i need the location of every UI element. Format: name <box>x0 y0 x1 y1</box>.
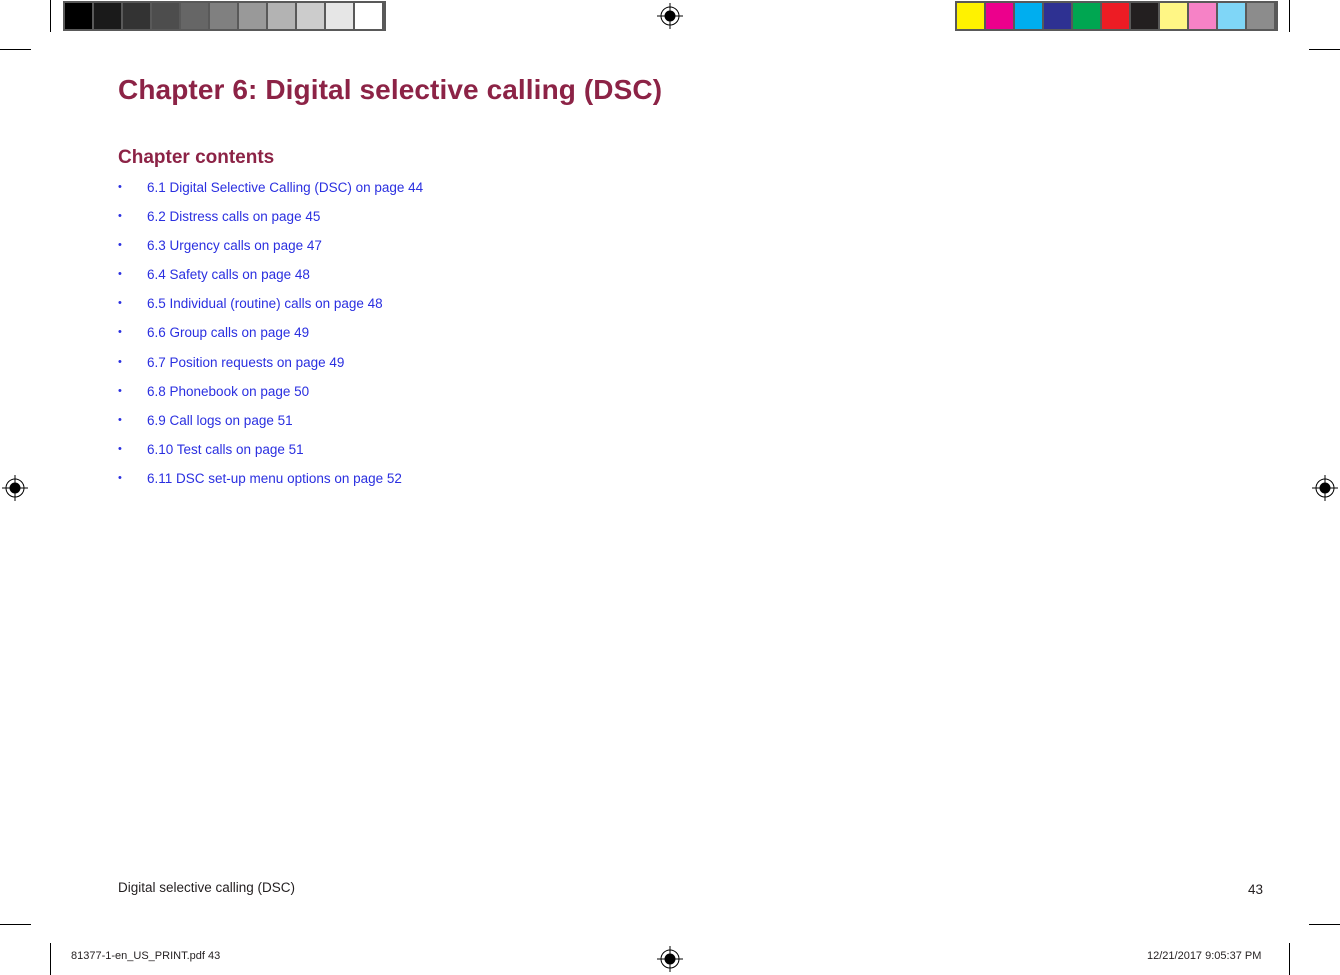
color-calibration-bar <box>955 1 1278 31</box>
toc-item: • 6.10 Test calls on page 51 <box>118 440 423 469</box>
toc-link[interactable]: 6.7 Position requests on page 49 <box>147 353 344 372</box>
registration-mark-top-icon <box>657 3 683 29</box>
crop-mark-top-right-vertical <box>1289 0 1290 32</box>
bullet-icon: • <box>118 297 122 310</box>
crop-mark-top-left-horizontal <box>0 49 31 50</box>
color-swatch <box>1131 3 1158 29</box>
crop-mark-bottom-left-horizontal <box>0 924 31 925</box>
chapter-title: Chapter 6: Digital selective calling (DS… <box>118 74 663 105</box>
grayscale-swatch <box>181 3 208 29</box>
color-swatch <box>1247 3 1274 29</box>
grayscale-swatch <box>94 3 121 29</box>
bullet-icon: • <box>118 326 122 339</box>
toc-link[interactable]: 6.1 Digital Selective Calling (DSC) on p… <box>147 178 423 197</box>
color-swatch <box>1102 3 1129 29</box>
grayscale-swatch <box>65 3 92 29</box>
color-swatch <box>1218 3 1245 29</box>
color-swatch <box>1189 3 1216 29</box>
grayscale-swatch <box>326 3 353 29</box>
color-swatch <box>1015 3 1042 29</box>
bullet-icon: • <box>118 442 122 455</box>
toc-item: • 6.11 DSC set-up menu options on page 52 <box>118 469 423 498</box>
page-number: 43 <box>1248 882 1264 897</box>
toc-link[interactable]: 6.8 Phonebook on page 50 <box>147 382 309 401</box>
toc-link[interactable]: 6.11 DSC set-up menu options on page 52 <box>147 469 402 488</box>
toc-item: • 6.5 Individual (routine) calls on page … <box>118 294 423 323</box>
toc-item: • 6.4 Safety calls on page 48 <box>118 265 423 294</box>
toc-item: • 6.7 Position requests on page 49 <box>118 353 423 382</box>
crop-mark-top-left-vertical <box>50 0 51 32</box>
registration-mark-left-icon <box>2 475 28 501</box>
color-swatch <box>1044 3 1071 29</box>
color-swatch <box>1073 3 1100 29</box>
grayscale-swatch <box>268 3 295 29</box>
color-swatch <box>957 3 984 29</box>
toc-link[interactable]: 6.10 Test calls on page 51 <box>147 440 304 459</box>
bullet-icon: • <box>118 181 122 193</box>
toc-item: • 6.1 Digital Selective Calling (DSC) on … <box>118 178 423 207</box>
toc-link[interactable]: 6.5 Individual (routine) calls on page 4… <box>147 294 383 313</box>
grayscale-swatch <box>152 3 179 29</box>
crop-mark-bottom-right-horizontal <box>1309 924 1340 925</box>
toc-item: • 6.9 Call logs on page 51 <box>118 411 423 440</box>
toc-link[interactable]: 6.4 Safety calls on page 48 <box>147 265 310 284</box>
toc-link[interactable]: 6.3 Urgency calls on page 47 <box>147 236 322 255</box>
grayscale-calibration-bar <box>63 1 386 31</box>
registration-mark-bottom-icon <box>657 946 683 972</box>
bullet-icon: • <box>118 384 122 397</box>
grayscale-swatch <box>297 3 324 29</box>
registration-mark-right-icon <box>1312 475 1338 501</box>
toc-item: • 6.8 Phonebook on page 50 <box>118 382 423 411</box>
bullet-icon: • <box>118 268 122 281</box>
print-slug-timestamp: 12/21/2017 9:05:37 PM <box>1147 950 1262 962</box>
bullet-icon: • <box>118 210 122 223</box>
toc-link[interactable]: 6.6 Group calls on page 49 <box>147 323 309 342</box>
grayscale-swatch <box>123 3 150 29</box>
toc-item: • 6.3 Urgency calls on page 47 <box>118 236 423 265</box>
chapter-contents-list: • 6.1 Digital Selective Calling (DSC) on … <box>118 178 423 498</box>
print-slug-filename: 81377-1-en_US_PRINT.pdf 43 <box>71 950 221 962</box>
toc-item: • 6.2 Distress calls on page 45 <box>118 207 423 236</box>
bullet-icon: • <box>118 413 122 426</box>
grayscale-swatch <box>355 3 382 29</box>
chapter-contents-heading: Chapter contents <box>118 147 275 168</box>
bullet-icon: • <box>118 355 122 368</box>
grayscale-swatch <box>210 3 237 29</box>
color-swatch <box>986 3 1013 29</box>
toc-link[interactable]: 6.2 Distress calls on page 45 <box>147 207 320 226</box>
bullet-icon: • <box>118 239 122 252</box>
toc-item: • 6.6 Group calls on page 49 <box>118 323 423 352</box>
crop-mark-bottom-right-vertical <box>1289 943 1290 975</box>
footer-section-title: Digital selective calling (DSC) <box>118 880 296 895</box>
crop-mark-top-right-horizontal <box>1309 49 1340 50</box>
toc-link[interactable]: 6.9 Call logs on page 51 <box>147 411 293 430</box>
crop-mark-bottom-left-vertical <box>50 943 51 975</box>
grayscale-swatch <box>239 3 266 29</box>
color-swatch <box>1160 3 1187 29</box>
bullet-icon: • <box>118 471 122 484</box>
